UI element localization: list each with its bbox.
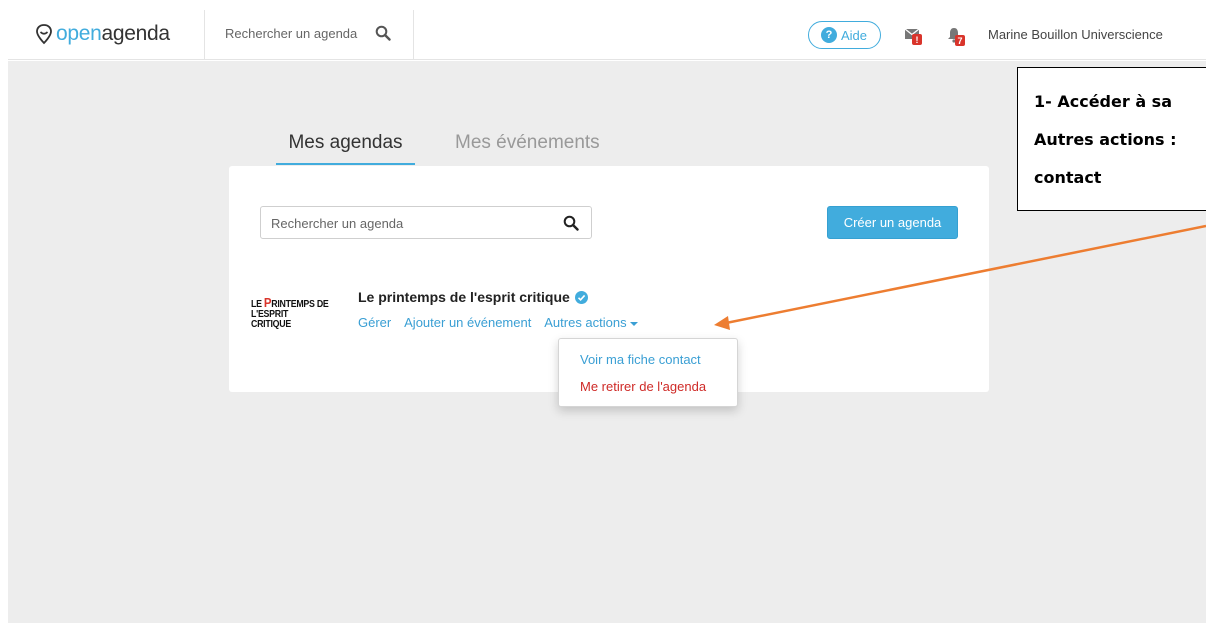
annotation-arrow [714, 224, 1206, 330]
